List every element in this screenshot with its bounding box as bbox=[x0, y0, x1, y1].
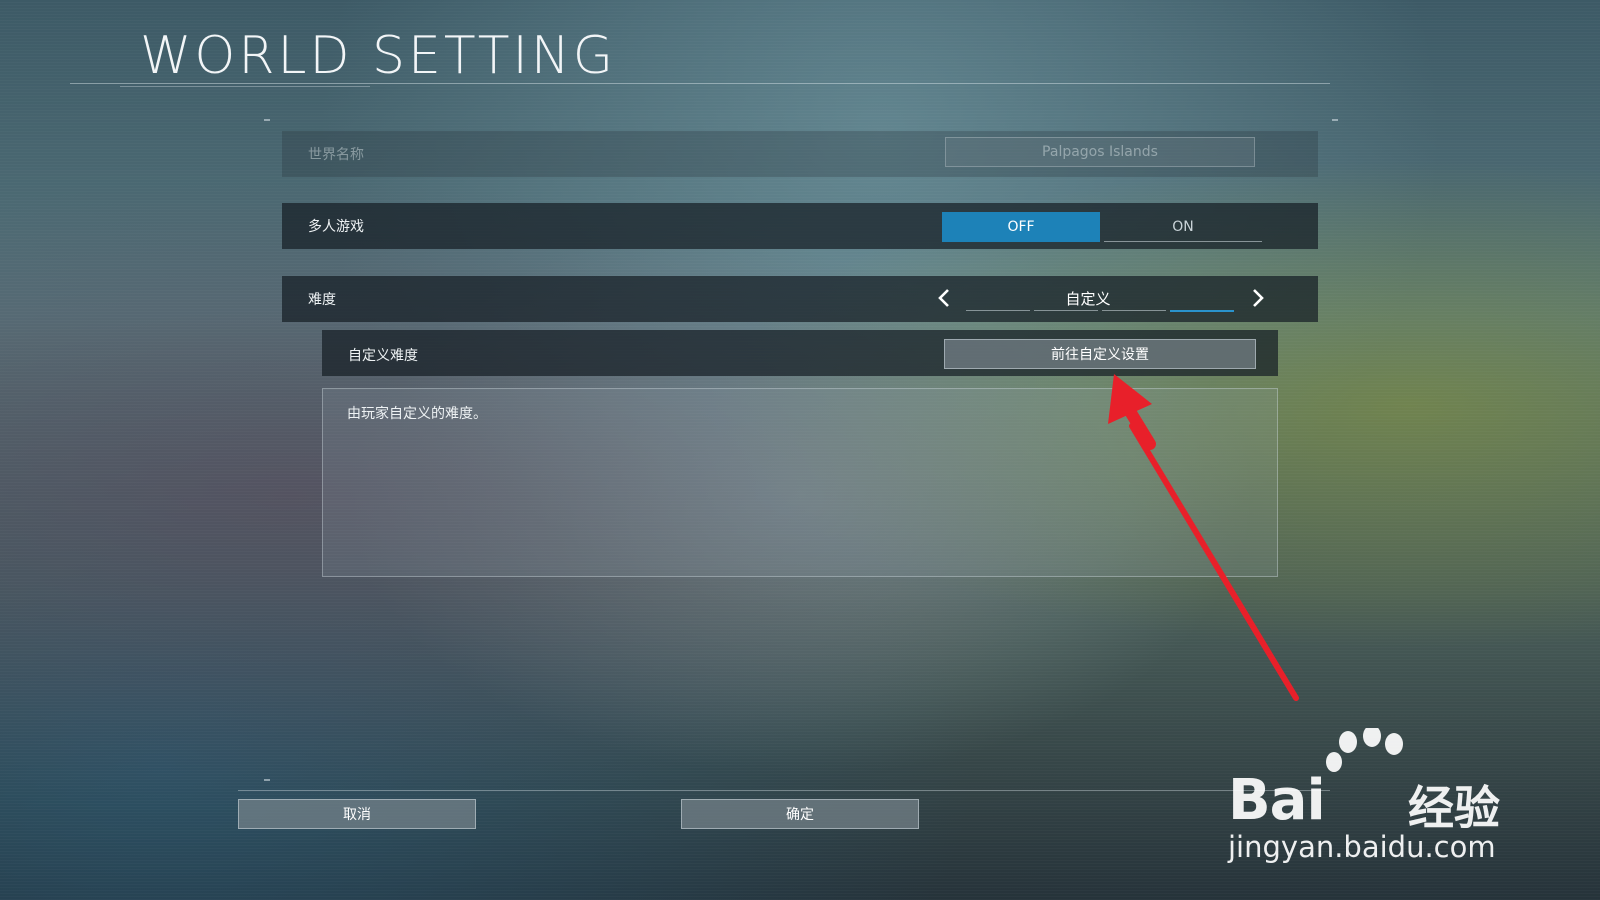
chevron-right-icon[interactable] bbox=[1246, 286, 1270, 310]
baidu-jingyan-watermark: Bai 经验 jingyan.baidu.com bbox=[1228, 728, 1528, 868]
world-name-row: 世界名称 Palpagos Islands bbox=[282, 131, 1318, 177]
world-name-label: 世界名称 bbox=[308, 147, 364, 163]
world-name-field: Palpagos Islands bbox=[945, 137, 1255, 167]
title-underline-accent bbox=[120, 86, 370, 87]
multiplayer-row: 多人游戏 OFF ON bbox=[282, 203, 1318, 249]
watermark-brand: Bai bbox=[1228, 768, 1326, 833]
difficulty-segment bbox=[966, 310, 1030, 311]
difficulty-row: 难度 自定义 bbox=[282, 276, 1318, 322]
go-to-custom-settings-button[interactable]: 前往自定义设置 bbox=[944, 339, 1256, 369]
panel-corner-mark bbox=[264, 779, 270, 781]
panel-corner-mark bbox=[1332, 119, 1338, 121]
chevron-left-icon[interactable] bbox=[932, 286, 956, 310]
cancel-button[interactable]: 取消 bbox=[238, 799, 476, 829]
footer-divider bbox=[238, 790, 1330, 791]
red-annotation-arrow-icon bbox=[1108, 374, 1299, 701]
multiplayer-label: 多人游戏 bbox=[308, 219, 364, 235]
custom-difficulty-label: 自定义难度 bbox=[348, 348, 418, 364]
page-title: WORLD SETTING bbox=[140, 26, 617, 86]
difficulty-description: 由玩家自定义的难度。 bbox=[347, 406, 487, 422]
title-divider bbox=[70, 83, 1330, 84]
watermark-url: jingyan.baidu.com bbox=[1228, 830, 1496, 864]
difficulty-segment bbox=[1102, 310, 1166, 311]
multiplayer-on-option[interactable]: ON bbox=[1104, 212, 1262, 242]
confirm-button[interactable]: 确定 bbox=[681, 799, 919, 829]
difficulty-value: 自定义 bbox=[1065, 290, 1111, 308]
panel-corner-mark bbox=[264, 119, 270, 121]
difficulty-label: 难度 bbox=[308, 292, 336, 308]
watermark-brand-cn: 经验 bbox=[1408, 781, 1500, 835]
multiplayer-off-option[interactable]: OFF bbox=[942, 212, 1100, 242]
baidu-paw-logo-icon bbox=[1326, 728, 1403, 772]
difficulty-segment bbox=[1034, 310, 1098, 311]
difficulty-segment-active bbox=[1170, 310, 1234, 312]
